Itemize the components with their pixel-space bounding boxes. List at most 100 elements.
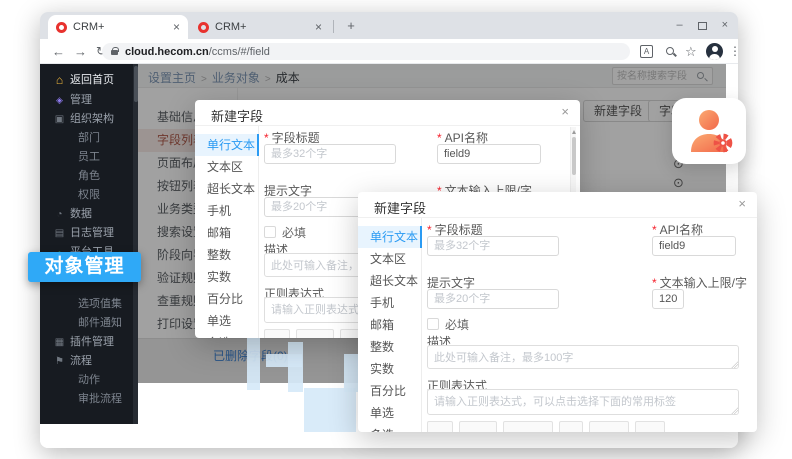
field-type-item[interactable]: 手机 bbox=[358, 292, 421, 314]
sidebar-item[interactable]: 流程 bbox=[40, 352, 133, 371]
sidebar-item[interactable]: 选项值集 bbox=[40, 295, 133, 314]
sidebar-item[interactable]: 数据 bbox=[40, 205, 133, 224]
new-tab-button[interactable]: + bbox=[341, 17, 361, 35]
url-domain: cloud.hecom.cn bbox=[125, 46, 209, 58]
sidebar-item[interactable]: 插件管理 bbox=[40, 333, 133, 352]
tab-close-icon[interactable]: × bbox=[315, 21, 322, 33]
field-type-item[interactable]: 超长文本 bbox=[358, 270, 421, 292]
field-type-label: 整数 bbox=[370, 340, 394, 354]
sidebar-item-label: 返回首页 bbox=[70, 74, 114, 86]
sidebar-item[interactable]: 组织架构 bbox=[40, 110, 133, 129]
maximize-button[interactable] bbox=[698, 22, 707, 30]
zoom-search-icon[interactable] bbox=[666, 47, 674, 55]
hint-text-input[interactable] bbox=[427, 289, 559, 309]
regex-tag-chip[interactable] bbox=[459, 421, 497, 432]
scroll-up-icon[interactable] bbox=[572, 130, 576, 134]
translate-icon[interactable]: A bbox=[640, 45, 653, 58]
field-type-label: 实数 bbox=[207, 270, 231, 284]
browser-menu-dots-icon[interactable]: ⋮ bbox=[729, 43, 741, 60]
dialog-close-icon[interactable]: × bbox=[738, 197, 746, 210]
field-type-item[interactable]: 整数 bbox=[358, 336, 421, 358]
sidebar-item[interactable]: 返回首页 bbox=[40, 69, 133, 91]
field-type-item[interactable]: 百分比 bbox=[195, 288, 258, 310]
field-type-item[interactable]: 手机 bbox=[195, 200, 258, 222]
dialog-scrollbar-thumb[interactable] bbox=[572, 137, 576, 175]
field-type-item[interactable]: 多选 bbox=[195, 332, 258, 338]
field-type-item[interactable]: 多选 bbox=[358, 424, 421, 432]
field-title-input[interactable] bbox=[264, 144, 396, 164]
field-type-item[interactable]: 百分比 bbox=[358, 380, 421, 402]
field-type-item[interactable]: 邮箱 bbox=[195, 222, 258, 244]
bookmark-star-icon[interactable]: ☆ bbox=[685, 43, 697, 60]
sidebar-item[interactable]: 邮件通知 bbox=[40, 314, 133, 333]
sidebar-item[interactable]: 日志管理 bbox=[40, 224, 133, 243]
regex-tag-chip[interactable] bbox=[559, 421, 583, 432]
field-type-item[interactable]: 邮箱 bbox=[358, 314, 421, 336]
sidebar-item-label: 数据 bbox=[70, 208, 92, 220]
tab-close-icon[interactable]: × bbox=[173, 21, 180, 33]
description-textarea[interactable] bbox=[427, 345, 739, 369]
field-type-item[interactable]: 文本区 bbox=[195, 156, 258, 178]
api-name-input[interactable] bbox=[652, 236, 736, 256]
profile-avatar-icon[interactable] bbox=[706, 43, 723, 60]
browser-tab-active[interactable]: CRM+ × bbox=[48, 15, 188, 39]
data-icon bbox=[53, 205, 66, 224]
minimize-button[interactable]: – bbox=[676, 20, 682, 31]
sidebar-scrollbar-thumb[interactable] bbox=[134, 66, 138, 102]
field-type-label: 实数 bbox=[370, 362, 394, 376]
regex-tag-chip[interactable] bbox=[635, 421, 665, 432]
browser-tab-strip: CRM+ × CRM+ × + – × bbox=[40, 12, 738, 39]
regex-tag-chip[interactable] bbox=[264, 329, 290, 338]
field-type-item[interactable]: 实数 bbox=[358, 358, 421, 380]
sidebar-item-label: 审批流程 bbox=[78, 393, 122, 405]
crm-logo-icon bbox=[198, 22, 209, 33]
api-name-input[interactable] bbox=[437, 144, 541, 164]
field-type-item[interactable]: 整数 bbox=[195, 244, 258, 266]
regex-tag-chip[interactable] bbox=[427, 421, 453, 432]
field-type-item[interactable]: 超长文本 bbox=[195, 178, 258, 200]
field-type-item[interactable]: 单选 bbox=[195, 310, 258, 332]
field-type-item[interactable]: 文本区 bbox=[358, 248, 421, 270]
field-type-item[interactable]: 实数 bbox=[195, 266, 258, 288]
admin-icon bbox=[53, 91, 66, 110]
sidebar-item-label: 组织架构 bbox=[70, 113, 114, 125]
regex-textarea[interactable] bbox=[427, 389, 739, 415]
field-type-label: 文本区 bbox=[370, 252, 406, 266]
sidebar-item[interactable]: 员工 bbox=[40, 148, 133, 167]
tab-separator bbox=[333, 20, 334, 33]
window-close-button[interactable]: × bbox=[722, 20, 728, 31]
app-sidebar: 返回首页 管理 组织架构 部门 员工 角色 bbox=[40, 64, 133, 424]
required-mark: * bbox=[437, 131, 442, 145]
sidebar-item[interactable]: 权限 bbox=[40, 186, 133, 205]
sidebar-item[interactable]: 角色 bbox=[40, 167, 133, 186]
regex-tag-chip[interactable] bbox=[589, 421, 629, 432]
sidebar-item[interactable]: 审批流程 bbox=[40, 390, 133, 409]
field-type-item[interactable]: 单选 bbox=[358, 402, 421, 424]
field-type-label: 单选 bbox=[207, 314, 231, 328]
sidebar-item-label: 权限 bbox=[78, 189, 100, 201]
field-type-item[interactable]: 单行文本 bbox=[195, 134, 258, 156]
home-icon bbox=[53, 69, 66, 93]
new-field-dialog: 新建字段 × 单行文本 文本区 超长文本 手机 邮箱 整数 bbox=[358, 192, 757, 432]
sidebar-item[interactable]: 管理 bbox=[40, 91, 133, 110]
regex-tag-chip[interactable] bbox=[503, 421, 553, 432]
required-checkbox[interactable] bbox=[264, 226, 276, 238]
sidebar-item[interactable]: 动作 bbox=[40, 371, 133, 390]
text-limit-input[interactable] bbox=[652, 289, 684, 309]
browser-tab-inactive[interactable]: CRM+ × bbox=[190, 15, 330, 39]
sidebar-item[interactable]: 部门 bbox=[40, 129, 133, 148]
field-title-input[interactable] bbox=[427, 236, 559, 256]
regex-tag-chip[interactable] bbox=[296, 329, 334, 338]
required-mark: * bbox=[652, 276, 657, 290]
dialog-close-icon[interactable]: × bbox=[561, 105, 569, 118]
back-icon[interactable]: ← bbox=[52, 43, 65, 60]
required-checkbox[interactable] bbox=[427, 318, 439, 330]
field-type-label: 超长文本 bbox=[207, 182, 255, 196]
address-bar[interactable]: cloud.hecom.cn/ccms/#/field bbox=[102, 43, 630, 60]
lock-icon bbox=[111, 50, 118, 55]
forward-icon[interactable]: → bbox=[74, 43, 87, 60]
sidebar-item-label: 流程 bbox=[70, 355, 92, 367]
field-type-label: 单行文本 bbox=[207, 138, 255, 152]
sidebar-item-label: 管理 bbox=[70, 94, 92, 106]
field-type-item[interactable]: 单行文本 bbox=[358, 226, 421, 248]
